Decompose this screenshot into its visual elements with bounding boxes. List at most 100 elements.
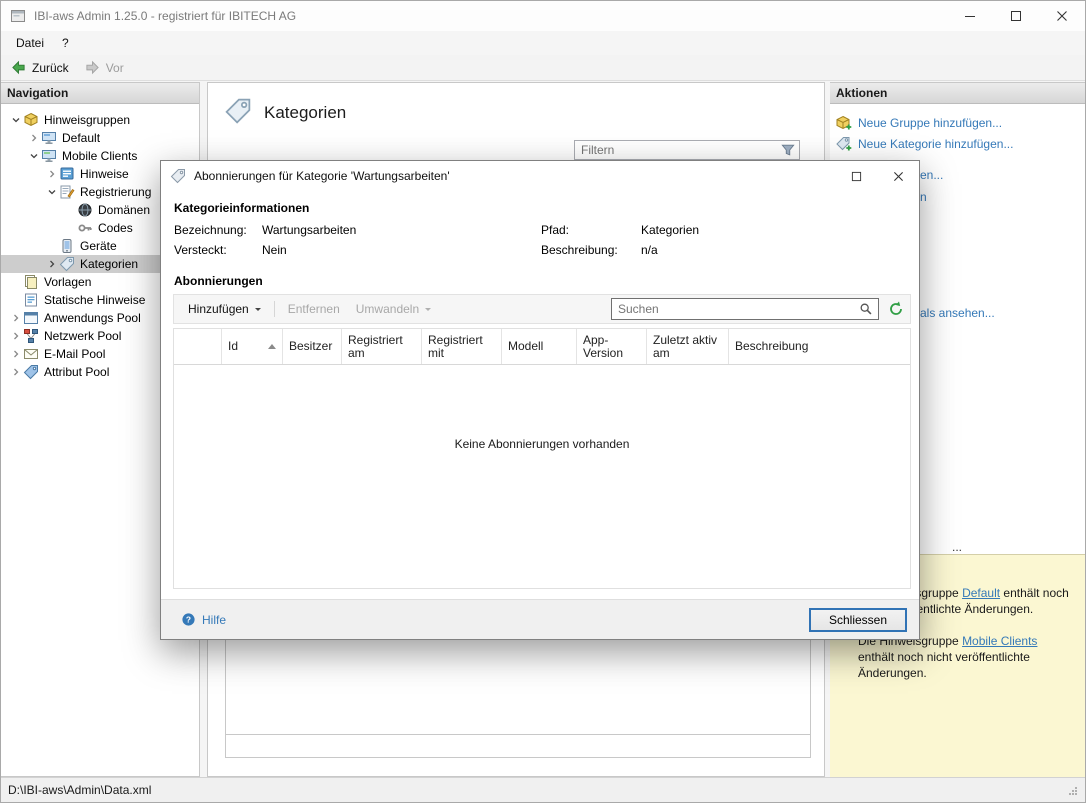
resize-grip-icon[interactable] (1066, 784, 1078, 796)
chevron-right-icon[interactable] (45, 167, 59, 181)
tree-item-label: Mobile Clients (62, 149, 137, 163)
list-divider (226, 734, 810, 735)
subscriptions-table: Id Besitzer Registriert am Registriert m… (173, 328, 911, 589)
action-label: Neue Kategorie hinzufügen... (858, 137, 1013, 151)
minimize-button[interactable] (947, 1, 993, 31)
hinweise-icon (59, 166, 75, 182)
chevron-right-icon[interactable] (45, 257, 59, 271)
tree-item-label: E-Mail Pool (44, 347, 105, 361)
expander-placeholder (63, 203, 77, 217)
chevron-down-icon[interactable] (45, 185, 59, 199)
chevron-down-icon[interactable] (27, 149, 41, 163)
chevron-right-icon[interactable] (9, 347, 23, 361)
dialog-maximize-button[interactable] (835, 161, 877, 191)
beschreibung-value: n/a (641, 243, 911, 258)
tree-item-hinweisgruppen[interactable]: Hinweisgruppen (1, 111, 199, 129)
sort-ascending-icon (268, 340, 276, 349)
bezeichnung-label: Bezeichnung: (174, 223, 262, 238)
abonnierungen-dialog: Abonnierungen für Kategorie 'Wartungsarb… (160, 160, 920, 640)
close-window-button[interactable] (1039, 1, 1085, 31)
main-toolbar: Zurück Vor (1, 55, 1085, 81)
chevron-down-icon[interactable] (9, 113, 23, 127)
tree-item-label: Hinweisgruppen (44, 113, 130, 127)
filter-box (574, 140, 800, 160)
dialog-tag-icon (170, 168, 186, 184)
action-add-category[interactable]: Neue Kategorie hinzufügen... (836, 133, 1085, 154)
codes-key-icon (77, 220, 93, 236)
column-header-app-version[interactable]: App-Version (577, 329, 647, 364)
app-icon (10, 8, 26, 24)
hinzufuegen-button[interactable]: Hinzufügen (180, 298, 269, 320)
titlebar: IBI-aws Admin 1.25.0 - registriert für I… (1, 1, 1085, 31)
chevron-right-icon[interactable] (27, 131, 41, 145)
entfernen-button[interactable]: Entfernen (280, 298, 348, 320)
tree-item-label: Statische Hinweise (44, 293, 145, 307)
chevron-right-icon[interactable] (9, 365, 23, 379)
statusbar-path: D:\IBI-aws\Admin\Data.xml (8, 783, 151, 797)
filter-funnel-icon[interactable] (781, 143, 795, 157)
tree-item-label: Kategorien (80, 257, 138, 271)
column-header-beschreibung[interactable]: Beschreibung (729, 329, 910, 364)
page-title: Kategorien (264, 103, 346, 123)
actions-header: Aktionen (830, 83, 1085, 104)
column-header-id[interactable]: Id (222, 329, 283, 364)
pfad-label: Pfad: (541, 223, 641, 238)
svg-text:?: ? (186, 615, 191, 625)
column-header-registriert-mit[interactable]: Registriert mit (422, 329, 502, 364)
refresh-icon (888, 301, 904, 317)
column-header-zuletzt-aktiv[interactable]: Zuletzt aktiv am (647, 329, 729, 364)
dialog-close-button[interactable] (877, 161, 919, 191)
refresh-button[interactable] (888, 301, 904, 317)
chevron-right-icon[interactable] (9, 329, 23, 343)
netzwerk-pool-icon (23, 328, 39, 344)
action-link-fragment[interactable]: als ansehen... (920, 305, 995, 321)
tree-item-label: Netzwerk Pool (44, 329, 121, 343)
category-info-grid: Bezeichnung: Wartungsarbeiten Pfad: Kate… (174, 223, 911, 258)
menu-datei[interactable]: Datei (7, 33, 53, 53)
column-header-blank[interactable] (174, 329, 222, 364)
domaenen-globe-icon (77, 202, 93, 218)
toolbar-separator (274, 301, 275, 317)
tree-item-label: Anwendungs Pool (44, 311, 141, 325)
registrierung-icon (59, 184, 75, 200)
tree-item-label: Hinweise (80, 167, 129, 181)
schliessen-button[interactable]: Schliessen (809, 608, 907, 632)
help-icon: ? (181, 612, 196, 627)
section-kategorieinformationen: Kategorieinformationen (174, 201, 911, 215)
tree-item-label: Attribut Pool (44, 365, 109, 379)
forward-button[interactable]: Vor (85, 60, 124, 75)
maximize-button[interactable] (993, 1, 1039, 31)
client-group-icon (41, 148, 57, 164)
back-arrow-icon (11, 60, 26, 75)
anwendungs-pool-icon (23, 310, 39, 326)
back-label: Zurück (32, 61, 69, 75)
statische-hinweise-icon (23, 292, 39, 308)
tree-item-default[interactable]: Default (1, 129, 199, 147)
search-input[interactable] (612, 302, 859, 316)
action-label: Neue Gruppe hinzufügen... (858, 116, 1002, 130)
tree-item-label: Geräte (80, 239, 117, 253)
search-box (611, 298, 879, 320)
statusbar: D:\IBI-aws\Admin\Data.xml (1, 777, 1085, 802)
back-button[interactable]: Zurück (11, 60, 69, 75)
tree-item-label: Domänen (98, 203, 150, 217)
expander-placeholder (9, 293, 23, 307)
search-icon[interactable] (859, 302, 873, 316)
chevron-right-icon[interactable] (9, 311, 23, 325)
column-header-besitzer[interactable]: Besitzer (283, 329, 342, 364)
geraete-device-icon (59, 238, 75, 254)
umwandeln-button[interactable]: Umwandeln (348, 298, 439, 320)
notice-link-default[interactable]: Default (962, 586, 1000, 600)
filter-input[interactable] (575, 143, 781, 157)
menu-help[interactable]: ? (53, 33, 78, 53)
notice-link-mobile-clients[interactable]: Mobile Clients (962, 634, 1037, 648)
column-header-modell[interactable]: Modell (502, 329, 577, 364)
action-add-group[interactable]: Neue Gruppe hinzufügen... (836, 112, 1085, 133)
help-link[interactable]: ? Hilfe (181, 612, 226, 627)
group-cube-icon (23, 112, 39, 128)
action-link-fragment[interactable]: en... (920, 167, 943, 183)
kategorien-page-icon (224, 97, 252, 128)
column-header-registriert-am[interactable]: Registriert am (342, 329, 422, 364)
action-link-fragment[interactable]: n (920, 189, 927, 205)
empty-table-message: Keine Abonnierungen vorhanden (174, 437, 910, 451)
